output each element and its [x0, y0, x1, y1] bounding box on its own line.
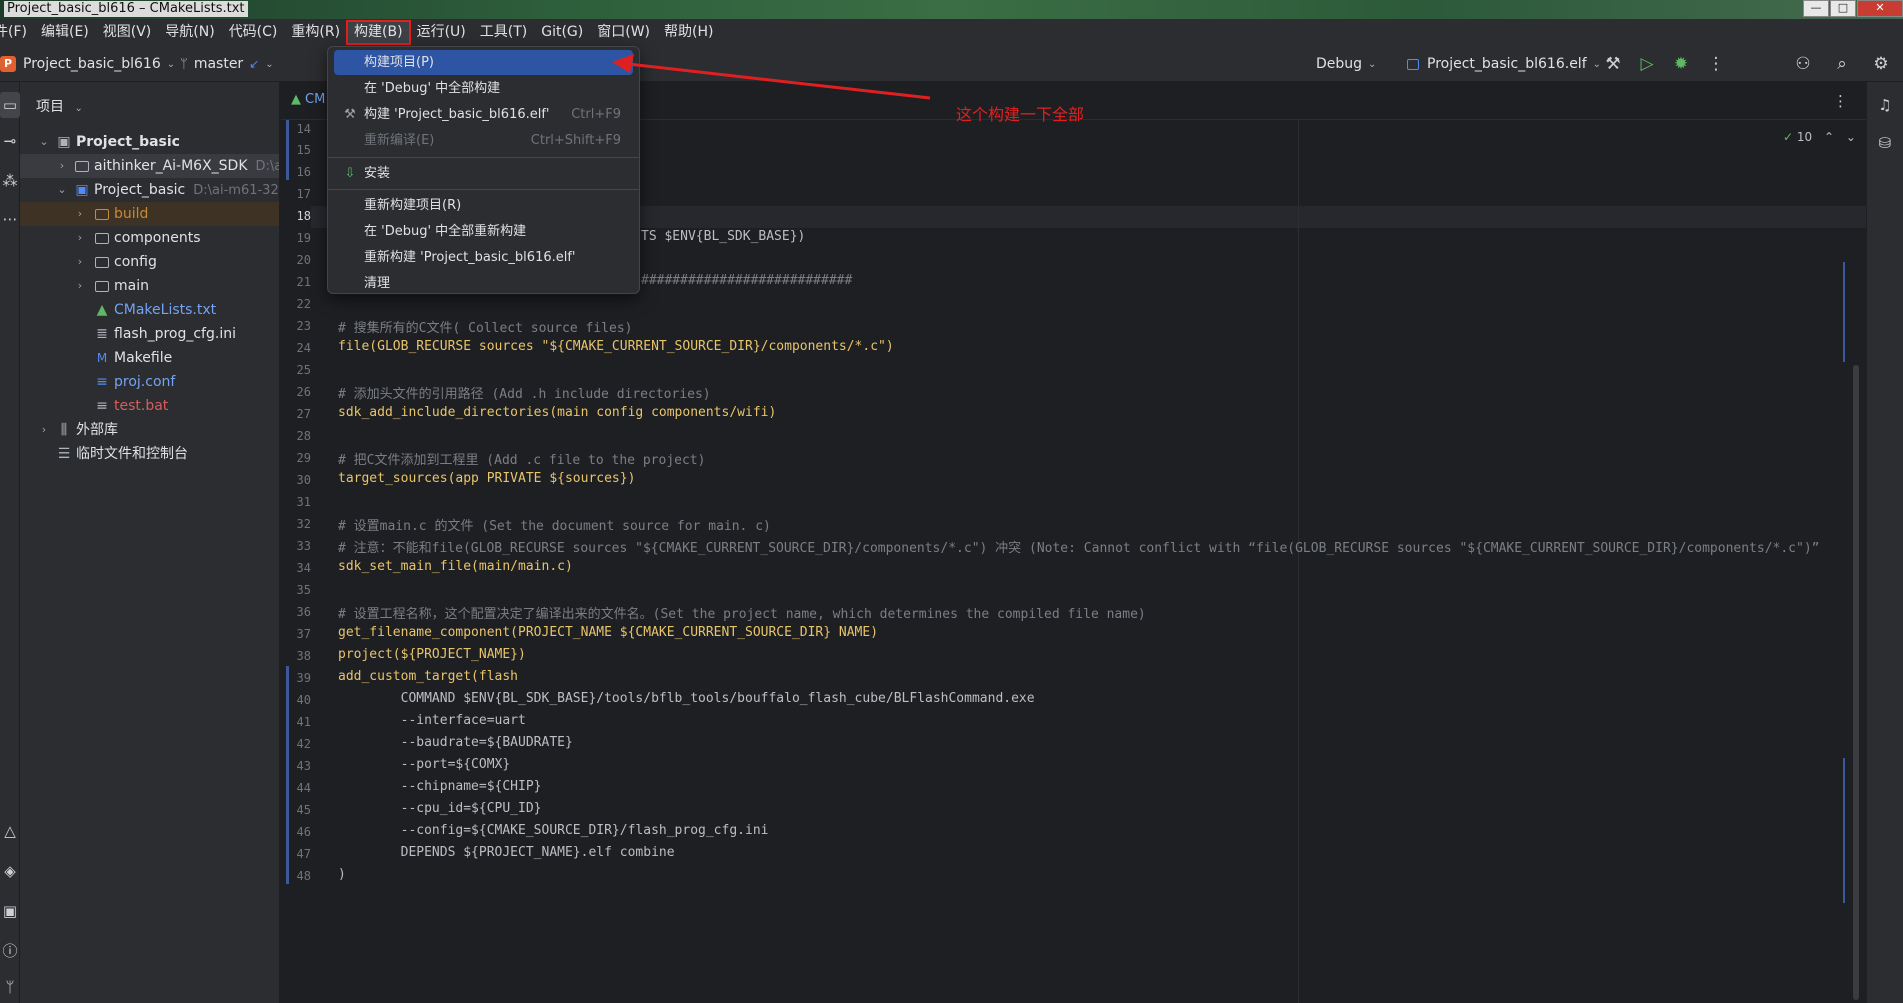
- arrow-head: [612, 54, 634, 73]
- arrow-line: [627, 62, 931, 100]
- annotation-arrow: [612, 54, 931, 100]
- annotation-label: 这个构建一下全部: [956, 105, 1085, 124]
